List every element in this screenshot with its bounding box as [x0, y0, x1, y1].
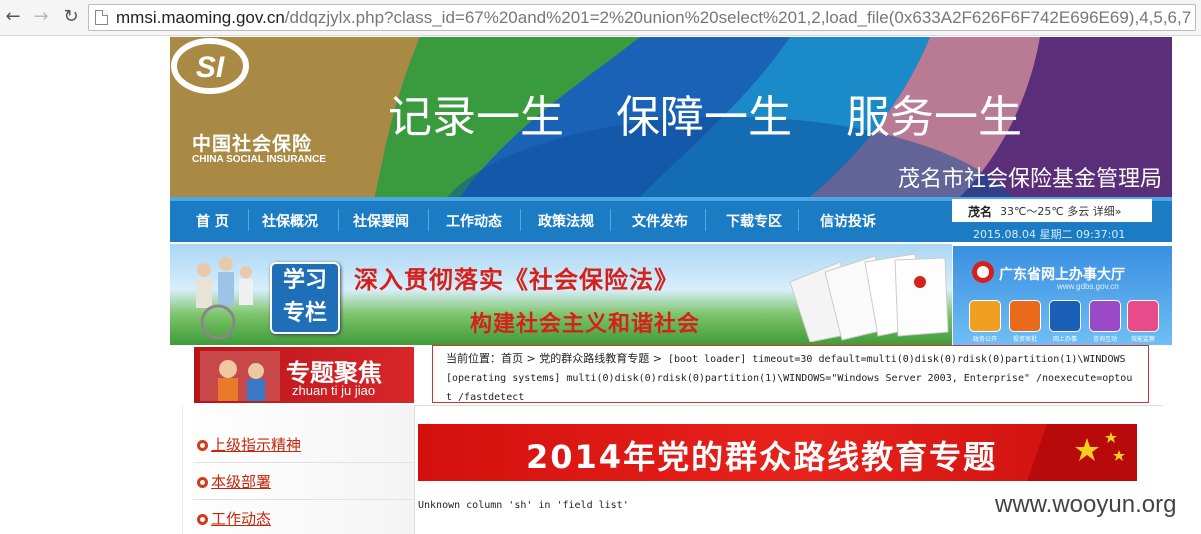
slogan-record: 记录一生: [388, 92, 564, 143]
nav-work-updates[interactable]: 工作动态: [446, 211, 502, 231]
gd-emblem-icon: [972, 261, 994, 283]
study-badge: 学习 专栏: [270, 262, 340, 334]
nav-divider: [520, 209, 521, 231]
main-nav: 首 页 社保概况 社保要闻 工作动态 政策法规 文件发布 下载专区 信访投诉 茂…: [170, 197, 1172, 242]
investment-approval-icon[interactable]: [1009, 300, 1041, 332]
nav-divider: [338, 209, 339, 231]
nav-complaints[interactable]: 信访投诉: [820, 211, 876, 231]
nav-news[interactable]: 社保要闻: [353, 211, 409, 231]
nav-divider: [428, 209, 429, 231]
family-photo-icon: [196, 257, 253, 340]
consult-interact-icon[interactable]: [1089, 300, 1121, 332]
bullet-icon: [197, 477, 208, 488]
forward-arrow-icon[interactable]: →: [30, 6, 52, 28]
breadcrumb: 当前位置：首页 > 党的群众路线教育专题 > [boot loader] tim…: [432, 345, 1149, 403]
weather-widget[interactable]: 茂名 33℃～25℃ 多云 详细»: [952, 199, 1152, 222]
study-subheadline: 构建社会主义和谐社会: [470, 311, 701, 337]
back-arrow-icon[interactable]: ←: [2, 6, 24, 28]
gd-hall-title: 广东省网上办事大厅: [999, 267, 1125, 283]
organization-name: 茂名市社会保险基金管理局: [897, 167, 1162, 192]
sidebar-item-label: 上级指示精神: [211, 436, 302, 454]
nav-divider: [610, 209, 611, 231]
nav-divider: [248, 209, 249, 231]
sidebar: 上级指示精神 本级部署 工作动态: [182, 405, 415, 534]
bullet-icon: [197, 440, 208, 451]
gd-icon-label: 网上办事: [1052, 336, 1077, 343]
sql-error-message: Unknown column 'sh' in 'field list': [418, 500, 629, 511]
gov-affairs-icon[interactable]: [969, 300, 1001, 332]
special-topic-pinyin: zhuan ti ju jiao: [292, 383, 376, 398]
weather-city: 茂名: [968, 205, 993, 219]
nav-downloads[interactable]: 下载专区: [726, 211, 782, 231]
study-badge-line2: 专栏: [282, 301, 327, 326]
url-host: mmsi.maoming.gov.cn: [116, 8, 285, 27]
weather-details-link[interactable]: 33℃～25℃ 多云 详细»: [1000, 203, 1121, 219]
url-path: /ddqzjylx.php?class_id=67%20and%201=2%20…: [284, 8, 1192, 27]
sidebar-item-label: 工作动态: [211, 510, 272, 528]
nav-documents[interactable]: 文件发布: [632, 211, 688, 231]
gd-icon-label: 咨询互动: [1092, 336, 1117, 343]
study-column-banner[interactable]: 学习专栏 深入贯彻落实《社会保险法》 构建社会主义和谐社会: [170, 244, 952, 345]
slogan-serve: 服务一生: [846, 92, 1022, 143]
page-icon: [95, 10, 108, 25]
nav-overview[interactable]: 社保概况: [262, 211, 318, 231]
gd-hall-url: www.gdbs.gov.cn: [1057, 282, 1119, 291]
online-service-icon[interactable]: [1049, 300, 1081, 332]
nav-divider: [798, 209, 799, 231]
reload-icon[interactable]: ↻: [60, 6, 82, 28]
gd-service-icons: 政务公开 投资审批 网上办事 咨询互动 效能监察: [961, 300, 1165, 343]
children-photo-icon: [200, 351, 280, 401]
law-documents-icon: [789, 253, 949, 342]
gd-icon-label: 政务公开: [972, 336, 997, 343]
bullet-icon: [197, 514, 208, 525]
sidebar-divider: [193, 499, 413, 500]
watermark: www.wooyun.org: [995, 491, 1177, 518]
study-headline: 深入贯彻落实《社会保险法》: [354, 265, 679, 294]
logo-chinese-text: 中国社会保险: [192, 133, 313, 155]
sidebar-item-deployment[interactable]: 本级部署: [197, 471, 271, 492]
nav-divider: [705, 209, 706, 231]
url-text[interactable]: mmsi.maoming.gov.cn/ddqzjylx.php?class_i…: [116, 8, 1191, 28]
header-banner: SI 中国社会保险 CHINA SOCIAL INSURANCE 记录一生 保障…: [170, 37, 1172, 197]
current-datetime: 2015.08.04 星期二 09:37:01: [973, 228, 1126, 241]
nav-home[interactable]: 首 页: [196, 211, 229, 231]
logo-english-text: CHINA SOCIAL INSURANCE: [192, 154, 326, 165]
browser-toolbar: ← → ↻ mmsi.maoming.gov.cn/ddqzjylx.php?c…: [0, 0, 1201, 36]
special-topic-header: 专题聚焦 zhuan ti ju jiao: [194, 347, 414, 403]
study-badge-line1: 学习: [282, 268, 327, 293]
gd-online-hall-banner[interactable]: 广东省网上办事大厅 www.gdbs.gov.cn 政务公开 投资审批 网上办事…: [953, 246, 1172, 345]
sidebar-item-work-updates[interactable]: 工作动态: [197, 508, 271, 529]
efficiency-supervision-icon[interactable]: [1127, 300, 1159, 332]
breadcrumb-label[interactable]: 当前位置：首页 > 党的群众路线教育专题 >: [446, 352, 662, 365]
slogan-protect: 保障一生: [616, 92, 792, 143]
nav-policies[interactable]: 政策法规: [538, 211, 594, 231]
flag-stars-icon: [1027, 424, 1137, 481]
topic-banner-title: 2014年党的群众路线教育专题: [526, 438, 998, 476]
gd-icon-label: 效能监察: [1130, 336, 1155, 343]
sidebar-item-label: 本级部署: [211, 473, 272, 491]
address-bar[interactable]: mmsi.maoming.gov.cn/ddqzjylx.php?class_i…: [88, 4, 1196, 31]
sidebar-divider: [193, 462, 413, 463]
svg-text:SI: SI: [196, 51, 225, 84]
topic-banner: 2014年党的群众路线教育专题: [418, 424, 1137, 481]
si-logo-icon: SI: [171, 38, 249, 94]
sidebar-item-instructions[interactable]: 上级指示精神: [197, 434, 301, 455]
gd-icon-label: 投资审批: [1012, 336, 1037, 343]
